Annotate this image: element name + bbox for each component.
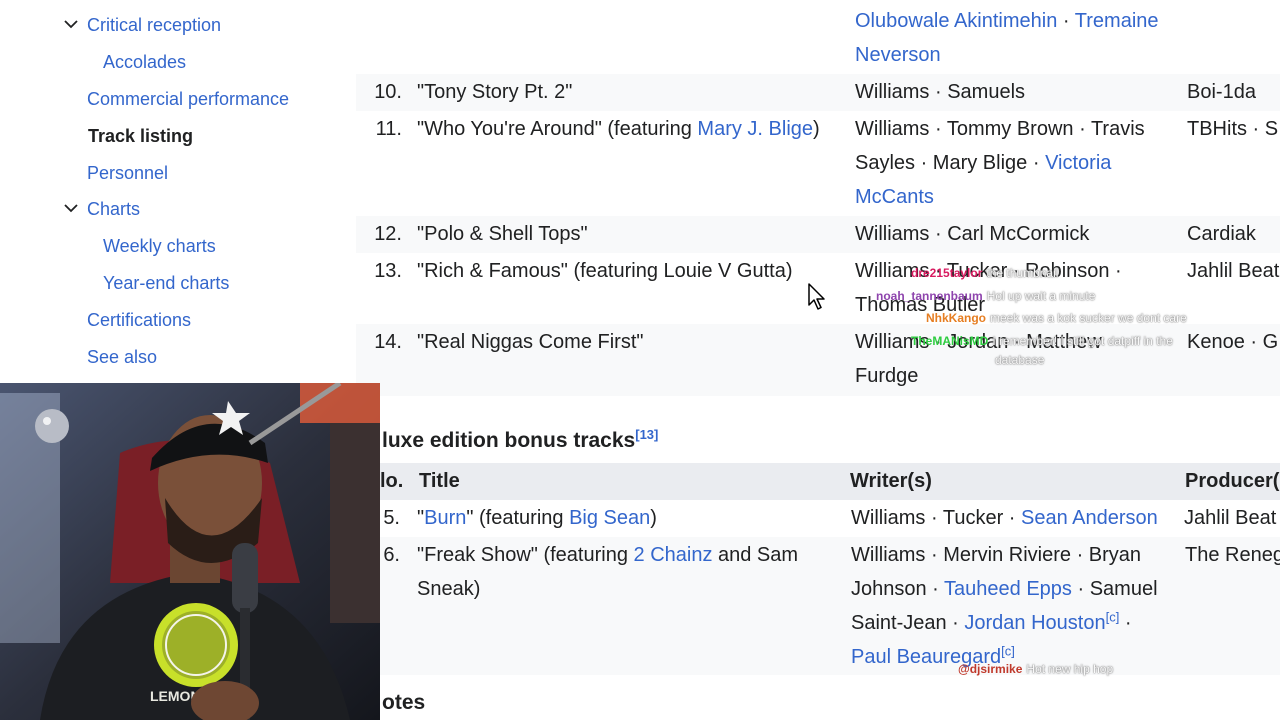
writer-link[interactable]: Tremaine: [1075, 10, 1159, 32]
chat-message: database: [995, 353, 1044, 367]
column-header-producer[interactable]: Producer(: [1185, 468, 1279, 494]
track-producer: Cardiak: [1187, 223, 1256, 245]
track-title: "Rich & Famous" (featuring Louie V Gutta…: [417, 260, 793, 282]
track-title: "Freak Show" (featuring 2 Chainz and Sam: [417, 544, 799, 566]
toc-item-charts[interactable]: Charts: [87, 199, 140, 220]
track-writers: Williams · Carl McCormick: [855, 223, 1090, 245]
toc-item-see-also[interactable]: See also: [87, 347, 157, 368]
track-title: "Tony Story Pt. 2": [417, 81, 573, 103]
chat-text: Hot new hip hop: [1026, 662, 1114, 676]
table-header: [380, 463, 1280, 500]
track-link[interactable]: Burn: [424, 507, 466, 529]
track-writers: Saint-Jean · Jordan Houston[c] ·: [851, 609, 1132, 634]
track-writers: Furdge: [855, 365, 919, 387]
track-writers: Sayles · Mary Blige · Victoria: [855, 152, 1112, 174]
note-link[interactable]: [c]: [1001, 643, 1015, 658]
toc-item-certifications[interactable]: Certifications: [87, 310, 191, 331]
writer-link[interactable]: Neverson: [855, 44, 941, 66]
chat-username: TheMANisMD: [911, 334, 989, 348]
chat-text: the thumbnail: [986, 266, 1059, 280]
note-link[interactable]: [c]: [1106, 609, 1120, 624]
toc-item-personnel[interactable]: Personnel: [87, 163, 168, 184]
track-title: "Burn" (featuring Big Sean): [417, 507, 657, 529]
chat-username: NhkKango: [926, 311, 986, 325]
chat-message: NhkKango meek was a kok sucker we dont ca…: [926, 311, 1187, 325]
featured-artist-link[interactable]: Mary J. Blige: [697, 118, 813, 140]
chat-username: dre215taylor: [911, 266, 983, 280]
chat-text: Hol up wait a minute: [986, 289, 1096, 303]
toc-item-commercial-performance[interactable]: Commercial performance: [87, 89, 289, 110]
writer-link[interactable]: Tauheed Epps: [944, 578, 1072, 600]
writer-link[interactable]: Olubowale Akintimehin: [855, 10, 1057, 32]
chat-text: I remember! I still got datpiff in the: [992, 334, 1173, 348]
webcam-feed: LEMONADE: [0, 383, 380, 720]
section-heading-notes: otes: [382, 691, 426, 714]
toc-item-track-listing[interactable]: Track listing: [88, 126, 193, 147]
toc-item-weekly-charts[interactable]: Weekly charts: [103, 236, 216, 257]
chat-message: noah_tannenbaum Hol up wait a minute: [876, 289, 1095, 303]
chat-text: meek was a kok sucker we dont care: [990, 311, 1187, 325]
column-header-writers[interactable]: Writer(s): [850, 468, 932, 494]
track-writers: Williams · Tommy Brown · Travis: [855, 118, 1145, 140]
track-writers: Williams · Tucker · Sean Anderson: [851, 507, 1158, 529]
chat-message: dre215taylor the thumbnail: [911, 266, 1058, 280]
track-writers: Williams · Mervin Riviere · Bryan: [851, 544, 1142, 566]
track-number: 10.: [374, 81, 402, 103]
track-title: "Who You're Around" (featuring Mary J. B…: [417, 118, 820, 140]
track-producer: The Reneg: [1185, 544, 1280, 566]
column-header-title[interactable]: Title: [419, 468, 460, 494]
webcam-overlay: LEMONADE: [0, 383, 380, 720]
track-writers: McCants: [855, 180, 934, 214]
chat-username: @djsirmike: [958, 662, 1023, 676]
featured-artist-link[interactable]: Big Sean: [569, 507, 650, 529]
mouse-cursor-icon: [808, 283, 826, 316]
chat-message: TheMANisMD I remember! I still got datpif…: [911, 334, 1173, 348]
track-producer: Jahlil Beat: [1184, 507, 1277, 529]
section-heading: luxe edition bonus tracks[13]: [382, 427, 659, 452]
writer-link[interactable]: Victoria: [1045, 152, 1111, 174]
toc-item-year-end-charts[interactable]: Year-end charts: [103, 273, 229, 294]
writer-link[interactable]: McCants: [855, 186, 934, 208]
chevron-down-icon[interactable]: [63, 16, 79, 32]
table-cell-writers: Neverson: [855, 38, 941, 72]
reference-link[interactable]: [13]: [635, 427, 658, 442]
track-number: 11.: [375, 118, 402, 140]
track-number: 12.: [374, 223, 402, 245]
featured-artist-link[interactable]: 2 Chainz: [634, 544, 713, 566]
track-title: "Real Niggas Come First": [417, 331, 644, 353]
writer-link[interactable]: Jordan Houston: [964, 612, 1105, 634]
toc-item-accolades[interactable]: Accolades: [103, 52, 186, 73]
column-header-no[interactable]: lo.: [380, 468, 403, 494]
toc-item-critical-reception[interactable]: Critical reception: [87, 15, 221, 36]
chat-username: noah_tannenbaum: [876, 289, 983, 303]
track-producer: Jahlil Beat: [1187, 260, 1280, 282]
track-number: 13.: [374, 260, 402, 282]
chevron-down-icon[interactable]: [63, 200, 79, 216]
table-cell-writers: Olubowale Akintimehin · Tremaine: [855, 10, 1159, 32]
chat-text: database: [995, 353, 1045, 367]
track-writers: Johnson · Tauheed Epps · Samuel: [851, 578, 1158, 600]
chat-message: @djsirmike Hot new hip hop: [958, 662, 1113, 676]
track-title: Sneak): [417, 578, 481, 600]
track-writers: Williams · Samuels: [855, 81, 1026, 103]
track-producer: Kenoe · G: [1187, 331, 1279, 353]
track-title: "Polo & Shell Tops": [417, 223, 588, 245]
track-producer: Boi-1da: [1187, 81, 1256, 103]
track-producer: TBHits · S: [1187, 118, 1279, 140]
writer-link[interactable]: Sean Anderson: [1021, 507, 1158, 529]
track-number: 14.: [374, 331, 402, 353]
